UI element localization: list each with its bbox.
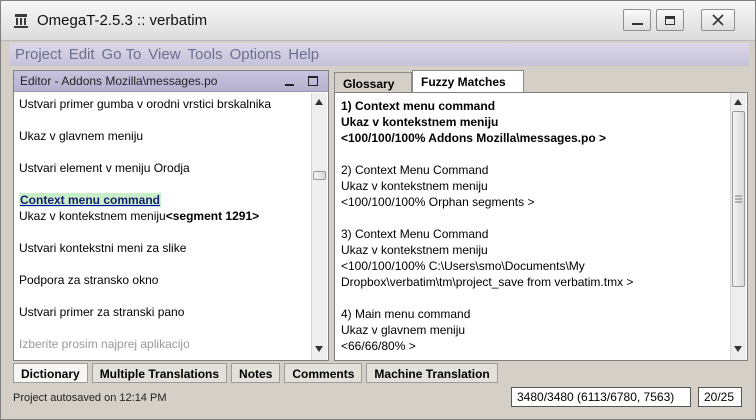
scroll-down-icon[interactable] bbox=[315, 346, 323, 352]
bottom-tab-bar: Dictionary Multiple Translations Notes C… bbox=[13, 363, 502, 383]
tab-fuzzy-matches[interactable]: Fuzzy Matches bbox=[412, 70, 524, 92]
scroll-thumb[interactable] bbox=[732, 111, 745, 287]
menu-options[interactable]: Options bbox=[230, 46, 282, 63]
segment-text[interactable]: Ustvari primer za stranski pano bbox=[19, 305, 184, 319]
tab-dictionary[interactable]: Dictionary bbox=[13, 363, 88, 383]
editor-scrollbar[interactable] bbox=[311, 93, 327, 360]
menu-view[interactable]: View bbox=[148, 46, 180, 63]
menu-bar: Project Edit Go To View Tools Options He… bbox=[9, 43, 749, 66]
match-line: Ukaz v kontekstnem meniju bbox=[341, 115, 499, 129]
active-segment-source[interactable]: Context menu command bbox=[19, 193, 162, 207]
target-text[interactable]: Ukaz v kontekstnem meniju bbox=[19, 209, 166, 223]
match-line: <100/100/100% C:\Users\smo\Documents\My bbox=[341, 259, 585, 273]
editor-header: Editor - Addons Mozilla\messages.po bbox=[14, 71, 328, 92]
progress-status: 3480/3480 (6113/6780, 7563) bbox=[511, 387, 691, 407]
segment-tag: <segment 1291> bbox=[165, 209, 260, 223]
scroll-up-icon[interactable] bbox=[734, 99, 742, 105]
minimize-pane-icon[interactable] bbox=[285, 84, 294, 86]
window-title: OmegaT-2.5.3 :: verbatim bbox=[37, 12, 208, 29]
segment-text[interactable]: Ustvari primer gumba v orodni vrstici br… bbox=[19, 97, 271, 111]
menu-help[interactable]: Help bbox=[288, 46, 319, 63]
match-line: Ukaz v glavnem meniju bbox=[341, 323, 466, 337]
match-line: <100/100/100% Orphan segments > bbox=[341, 195, 535, 209]
minimize-button[interactable] bbox=[623, 9, 651, 31]
match-line: <66/66/80% > bbox=[341, 339, 416, 353]
title-bar: OmegaT-2.5.3 :: verbatim bbox=[1, 1, 755, 41]
menu-tools[interactable]: Tools bbox=[188, 46, 223, 63]
close-icon bbox=[712, 14, 724, 26]
match-line: Dropbox\verbatim\tm\project_save from ve… bbox=[341, 275, 634, 289]
match-line: Ukaz v kontekstnem meniju bbox=[341, 179, 488, 193]
scroll-up-icon[interactable] bbox=[315, 99, 323, 105]
match-line: Ukaz v kontekstnem meniju bbox=[341, 243, 488, 257]
minimize-icon bbox=[631, 23, 643, 25]
menu-project[interactable]: Project bbox=[15, 46, 62, 63]
tab-glossary[interactable]: Glossary bbox=[334, 72, 412, 92]
match-line: 3) Context Menu Command bbox=[341, 227, 489, 241]
maximize-icon bbox=[665, 15, 675, 25]
maximize-pane-icon[interactable] bbox=[308, 76, 318, 86]
grip-icon bbox=[735, 195, 742, 203]
editor-pane: Editor - Addons Mozilla\messages.po Ustv… bbox=[13, 70, 329, 361]
app-window: OmegaT-2.5.3 :: verbatim Project Edit Go… bbox=[0, 0, 756, 420]
segment-text[interactable]: Ustvari kontekstni meni za slike bbox=[19, 241, 186, 255]
fuzzy-pane: Glossary Fuzzy Matches 1) Context menu c… bbox=[334, 70, 748, 361]
segment-text[interactable]: Izberite prosim najprej aplikacijo bbox=[19, 337, 190, 351]
match-line: 4) Main menu command bbox=[341, 307, 471, 321]
scroll-thumb[interactable] bbox=[313, 171, 326, 180]
close-button[interactable] bbox=[701, 9, 735, 31]
active-segment-target[interactable]: Ukaz v kontekstnem meniju<segment 1291> bbox=[19, 209, 259, 223]
segment-text[interactable]: Ustvari element v meniju Orodja bbox=[19, 161, 190, 175]
tab-multiple-translations[interactable]: Multiple Translations bbox=[91, 363, 228, 383]
menu-edit[interactable]: Edit bbox=[69, 46, 95, 63]
segment-text[interactable]: Podpora za stransko okno bbox=[19, 273, 158, 287]
match-line: 2) Context Menu Command bbox=[341, 163, 489, 177]
tab-notes[interactable]: Notes bbox=[231, 363, 281, 383]
editor-body[interactable]: Ustvari primer gumba v orodni vrstici br… bbox=[14, 93, 310, 360]
match-line: <100/100/100% Addons Mozilla\messages.po… bbox=[341, 131, 607, 145]
app-logo-icon bbox=[14, 14, 28, 28]
match-line: 1) Context menu command bbox=[341, 99, 496, 113]
tab-machine-translation[interactable]: Machine Translation bbox=[366, 363, 498, 383]
fuzzy-matches-body[interactable]: 1) Context menu command Ukaz v kontekstn… bbox=[334, 92, 748, 361]
fuzzy-scrollbar[interactable] bbox=[730, 93, 746, 360]
editor-title: Editor - Addons Mozilla\messages.po bbox=[20, 74, 218, 88]
scroll-down-icon[interactable] bbox=[734, 346, 742, 352]
status-message: Project autosaved on 12:14 PM bbox=[13, 392, 167, 404]
menu-goto[interactable]: Go To bbox=[102, 46, 142, 63]
tab-comments[interactable]: Comments bbox=[284, 363, 363, 383]
maximize-button[interactable] bbox=[656, 9, 684, 31]
segment-count-status: 20/25 bbox=[698, 387, 742, 407]
segment-text[interactable]: Ukaz v glavnem meniju bbox=[19, 129, 143, 143]
